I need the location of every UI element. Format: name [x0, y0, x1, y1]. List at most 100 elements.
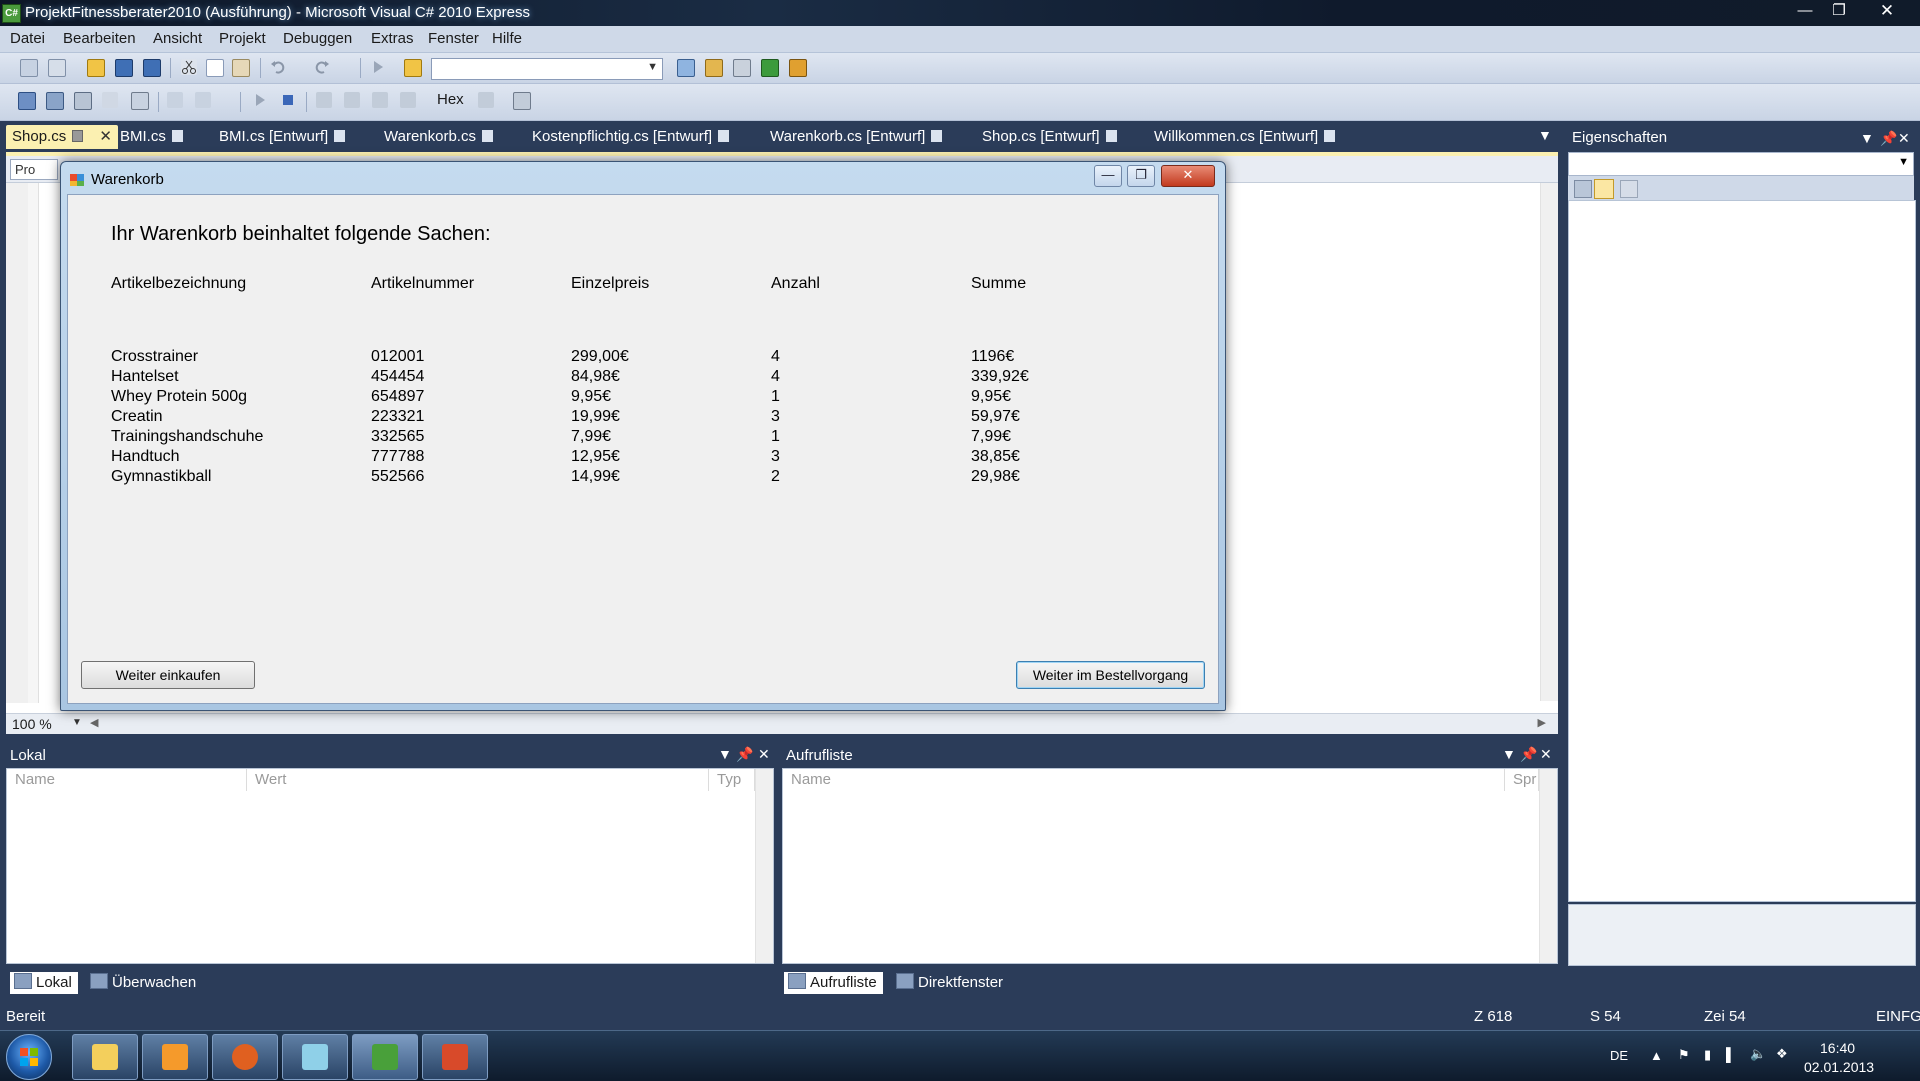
- clock-date[interactable]: 02.01.2013: [1804, 1059, 1874, 1075]
- tab-kostenpflichtig-cs-entwurf[interactable]: Kostenpflichtig.cs [Entwurf]: [532, 125, 730, 149]
- add-item-icon[interactable]: [48, 59, 66, 77]
- tab-warenkorb-cs-entwurf[interactable]: Warenkorb.cs [Entwurf]: [770, 125, 943, 149]
- object-selector[interactable]: ▼: [1568, 152, 1914, 176]
- menu-hilfe[interactable]: Hilfe: [492, 30, 522, 47]
- battery-icon[interactable]: ▮: [1704, 1047, 1711, 1063]
- new-project-icon[interactable]: [20, 59, 38, 77]
- find-combobox[interactable]: ▼: [431, 58, 663, 80]
- stop-debugging-icon[interactable]: [280, 92, 296, 108]
- step-over-icon[interactable]: [74, 92, 92, 110]
- zoom-level[interactable]: 100 %: [12, 716, 52, 732]
- taskbar-visual-csharp[interactable]: [352, 1034, 418, 1080]
- menu-datei[interactable]: Datei: [10, 30, 45, 47]
- close-icon[interactable]: ✕: [1161, 165, 1215, 187]
- cut-icon[interactable]: [181, 59, 197, 75]
- output-window-icon[interactable]: [513, 92, 531, 110]
- toolbox-icon[interactable]: [733, 59, 751, 77]
- callstack-grid[interactable]: Name Spr: [782, 768, 1558, 964]
- breakpoint-window-icon[interactable]: [18, 92, 36, 110]
- scroll-left-icon[interactable]: ◀: [90, 716, 98, 729]
- pin-icon[interactable]: 📌: [1520, 746, 1537, 763]
- tab-willkommen-cs-entwurf[interactable]: Willkommen.cs [Entwurf]: [1154, 125, 1336, 149]
- open-file-icon[interactable]: [87, 59, 105, 77]
- show-next-statement-icon[interactable]: [131, 92, 149, 110]
- panel-dropdown-icon[interactable]: ▼: [1860, 128, 1874, 148]
- zoom-dropdown-icon[interactable]: ▼: [72, 717, 82, 728]
- save-all-icon[interactable]: [143, 59, 161, 77]
- column-header-language[interactable]: Spr: [1505, 769, 1539, 791]
- taskbar-notepad[interactable]: [282, 1034, 348, 1080]
- pin-icon[interactable]: 📌: [736, 746, 753, 763]
- close-panel-icon[interactable]: ✕: [1540, 746, 1552, 763]
- tab-aufrufliste[interactable]: Aufrufliste: [784, 972, 883, 994]
- tab-bmi-cs[interactable]: BMI.cs: [120, 125, 183, 149]
- tab-direktfenster[interactable]: Direktfenster: [892, 972, 1003, 994]
- locals-scrollbar[interactable]: [755, 769, 773, 963]
- weiter-einkaufen-button[interactable]: Weiter einkaufen: [81, 661, 255, 689]
- menu-bearbeiten[interactable]: Bearbeiten: [63, 30, 136, 47]
- menu-fenster[interactable]: Fenster: [428, 30, 479, 47]
- start-button[interactable]: [6, 1034, 52, 1080]
- properties-window-icon[interactable]: [705, 59, 723, 77]
- copy-icon[interactable]: [206, 59, 224, 77]
- column-header-name[interactable]: Name: [7, 769, 247, 791]
- language-indicator[interactable]: DE: [1610, 1048, 1628, 1063]
- tab-list-dropdown-icon[interactable]: ▼: [1538, 127, 1552, 143]
- scroll-right-icon[interactable]: ▶: [1538, 716, 1546, 729]
- alphabetical-icon[interactable]: [1594, 179, 1614, 199]
- taskbar-firefox[interactable]: [212, 1034, 278, 1080]
- column-header-type[interactable]: Typ: [709, 769, 755, 791]
- tab-ueberwachen[interactable]: Überwachen: [86, 972, 196, 994]
- close-icon[interactable]: ✕: [1870, 0, 1904, 22]
- taskbar-explorer[interactable]: [72, 1034, 138, 1080]
- close-tab-icon[interactable]: ✕: [99, 125, 112, 149]
- categorized-icon[interactable]: [1574, 180, 1592, 198]
- start-page-icon[interactable]: [761, 59, 779, 77]
- threads-icon[interactable]: [400, 92, 416, 108]
- taskbar-app[interactable]: [422, 1034, 488, 1080]
- clock-time[interactable]: 16:40: [1820, 1040, 1855, 1056]
- close-panel-icon[interactable]: ✕: [1898, 128, 1910, 148]
- extension-manager-icon[interactable]: [789, 59, 807, 77]
- minimize-icon[interactable]: —: [1094, 165, 1122, 187]
- step-into-2-icon[interactable]: [316, 92, 332, 108]
- weiter-im-bestellvorgang-button[interactable]: Weiter im Bestellvorgang: [1016, 661, 1205, 689]
- editor-vertical-scrollbar[interactable]: [1540, 183, 1558, 701]
- step-out-2-icon[interactable]: [372, 92, 388, 108]
- show-hidden-icons-icon[interactable]: ▲: [1650, 1048, 1663, 1063]
- tab-bmi-cs-entwurf[interactable]: BMI.cs [Entwurf]: [219, 125, 346, 149]
- hex-toggle[interactable]: Hex: [437, 91, 464, 108]
- panel-dropdown-icon[interactable]: ▼: [1502, 746, 1516, 762]
- redo-icon[interactable]: [314, 59, 330, 75]
- taskbar-media-player[interactable]: [142, 1034, 208, 1080]
- step-into-icon[interactable]: [46, 92, 64, 110]
- action-center-icon[interactable]: ⚑: [1678, 1047, 1690, 1063]
- continue-icon[interactable]: [252, 92, 268, 108]
- step-over-2-icon[interactable]: [344, 92, 360, 108]
- column-header-name[interactable]: Name: [783, 769, 1505, 791]
- maximize-icon[interactable]: ❐: [1127, 165, 1155, 187]
- outdent-icon[interactable]: [195, 92, 211, 108]
- menu-ansicht[interactable]: Ansicht: [153, 30, 202, 47]
- menu-extras[interactable]: Extras: [371, 30, 414, 47]
- dropbox-icon[interactable]: ❖: [1776, 1046, 1788, 1062]
- pin-icon[interactable]: 📌: [1880, 128, 1897, 148]
- step-out-icon[interactable]: [102, 92, 118, 108]
- undo-icon[interactable]: [270, 59, 286, 75]
- find-in-files-icon[interactable]: [404, 59, 422, 77]
- start-debug-icon[interactable]: [370, 59, 386, 75]
- volume-icon[interactable]: 🔈: [1750, 1046, 1766, 1062]
- tab-lokal[interactable]: Lokal: [10, 972, 78, 994]
- tab-shop-cs-entwurf[interactable]: Shop.cs [Entwurf]: [982, 125, 1117, 149]
- locals-grid[interactable]: Name Wert Typ: [6, 768, 774, 964]
- close-panel-icon[interactable]: ✕: [758, 746, 770, 763]
- network-icon[interactable]: ▌: [1726, 1047, 1735, 1062]
- column-header-value[interactable]: Wert: [247, 769, 709, 791]
- menu-projekt[interactable]: Projekt: [219, 30, 266, 47]
- stack-frame-icon[interactable]: [478, 92, 494, 108]
- indent-icon[interactable]: [167, 92, 183, 108]
- panel-dropdown-icon[interactable]: ▼: [718, 746, 732, 762]
- solution-explorer-icon[interactable]: [677, 59, 695, 77]
- save-icon[interactable]: [115, 59, 133, 77]
- tab-shop-cs[interactable]: Shop.cs ✕: [6, 125, 118, 149]
